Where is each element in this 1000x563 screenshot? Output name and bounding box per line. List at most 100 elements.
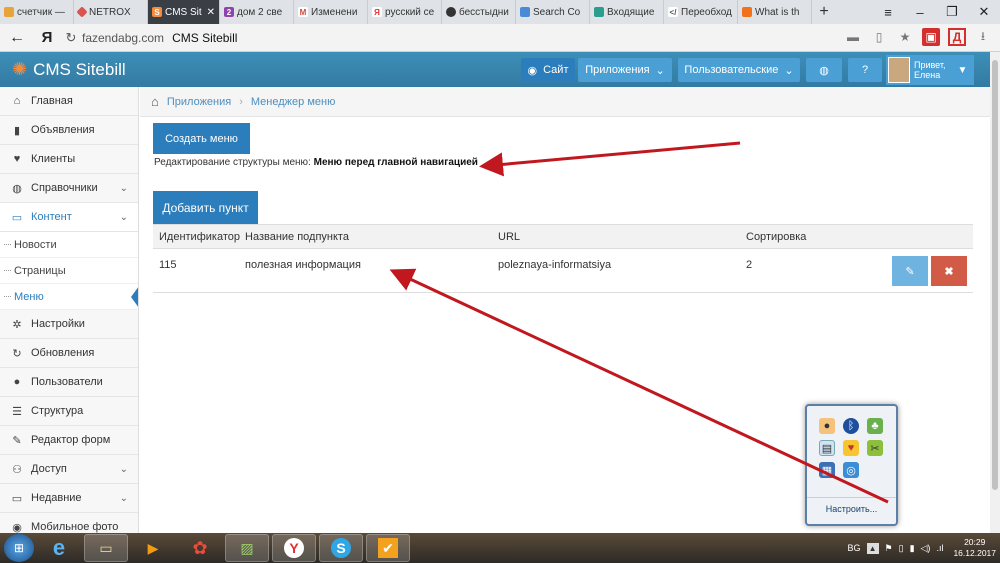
sidebar-item-access[interactable]: ⚇ Доступ ⌄ [0, 455, 138, 484]
tray-app-icon[interactable]: ● [819, 418, 835, 434]
browser-tab[interactable]: бесстыдни [442, 0, 516, 24]
clock[interactable]: 20:29 16.12.2017 [953, 537, 996, 559]
breadcrumb: ⌂ Приложения › Менеджер меню [140, 87, 990, 117]
sidebar-item-references[interactable]: ◍ Справочники ⌄ [0, 174, 138, 203]
ie-icon[interactable]: e [37, 534, 81, 562]
breadcrumb-link[interactable]: Приложения [167, 96, 231, 108]
new-tab-button[interactable]: + [812, 3, 836, 21]
signal-icon[interactable]: .ıl [936, 543, 943, 553]
sidebar-item-home[interactable]: ⌂ Главная [0, 87, 138, 116]
network-icon[interactable]: ▯ [899, 543, 904, 554]
media-player-icon[interactable]: ▶ [131, 534, 175, 562]
add-item-button[interactable]: Добавить пункт [153, 191, 258, 224]
sidebar-item-updates[interactable]: ↻ Обновления [0, 339, 138, 368]
column-header[interactable]: Идентификатор [153, 231, 245, 243]
system-tray: BG ▲ ⚑ ▯ ▮ ◁) .ıl 20:29 16.12.2017 [848, 533, 996, 563]
sidebar-item-ads[interactable]: ▮ Объявления [0, 116, 138, 145]
tray-grid-icon[interactable]: ▦ [819, 462, 835, 478]
language-indicator[interactable]: BG [848, 543, 861, 553]
chevron-down-icon: ⌄ [119, 182, 128, 194]
bluetooth-icon[interactable]: ᛒ [843, 418, 859, 434]
top-navbar: ✺ CMS Sitebill ◉ Сайт Приложения ⌄ Пользова… [0, 52, 990, 87]
extension-d-icon[interactable]: Д [948, 28, 966, 46]
back-icon[interactable]: ← [0, 29, 34, 47]
browser-tab-active[interactable]: S CMS Sit ✕ [148, 0, 220, 24]
sidebar-item-recent[interactable]: ▭ Недавние ⌄ [0, 484, 138, 513]
browser-tab[interactable]: What is th [738, 0, 812, 24]
yandex-browser-icon[interactable]: Y [272, 534, 316, 562]
user-menu[interactable]: Привет, Елена ▼ [886, 55, 974, 85]
column-header[interactable]: URL [498, 231, 746, 243]
windows-taskbar: ⊞ e ▭ ▶ ✿ ▨ Y S ✔ BG ▲ ⚑ ▯ ▮ ◁) .ıl 20:2… [0, 533, 1000, 563]
browser-tab[interactable]: M Изменени [294, 0, 368, 24]
film-reel-icon[interactable]: ✿ [178, 534, 222, 562]
column-header[interactable]: Сортировка [746, 231, 966, 243]
browser-tab[interactable]: Search Co [516, 0, 590, 24]
minimize-icon[interactable]: – [904, 5, 936, 20]
globe-button[interactable]: ◍ [806, 58, 842, 82]
explorer-icon[interactable]: ▭ [84, 534, 128, 562]
tray-skype-icon[interactable]: ◎ [843, 462, 859, 478]
sidebar-item-clients[interactable]: ♥ Клиенты [0, 145, 138, 174]
site-button[interactable]: ◉ Сайт [521, 58, 575, 82]
download-icon[interactable]: ⭳ [974, 28, 992, 46]
sidebar-subitem-menu[interactable]: Меню [0, 284, 138, 310]
tray-customize-link[interactable]: Настроить... [807, 497, 896, 514]
skype-icon[interactable]: S [319, 534, 363, 562]
restore-icon[interactable]: ❐ [936, 4, 968, 20]
chevron-down-icon: ⌄ [119, 492, 128, 504]
home-icon[interactable]: ⌂ [151, 94, 159, 109]
custom-dropdown[interactable]: Пользовательские ⌄ [678, 58, 800, 82]
browser-tab[interactable]: Ярусский се [368, 0, 442, 24]
camera-icon: ◉ [12, 521, 22, 534]
reader-icon[interactable]: ▯ [870, 28, 888, 46]
browser-tab[interactable]: </Переобход [664, 0, 738, 24]
tray-leaf-icon[interactable]: ♣ [867, 418, 883, 434]
help-button[interactable]: ? [848, 58, 882, 82]
browser-tab[interactable]: NETROX [74, 0, 148, 24]
table-row: 115 полезная информация poleznaya-inform… [153, 249, 973, 293]
checkbox-app-icon[interactable]: ✔ [366, 534, 410, 562]
yandex-icon[interactable]: Я [34, 29, 60, 46]
sidebar-item-structure[interactable]: ☰ Структура [0, 397, 138, 426]
url-page-title[interactable]: CMS Sitebill [172, 31, 237, 45]
cell-id: 115 [159, 259, 177, 271]
close-tab-icon[interactable]: ✕ [207, 7, 215, 18]
sidebar-item-content[interactable]: ▭ Контент ⌄ [0, 203, 138, 232]
downloads-badge-icon[interactable]: ▣ [922, 28, 940, 46]
url-host[interactable]: fazendabg.com [82, 31, 164, 45]
chart-app-icon[interactable]: ▨ [225, 534, 269, 562]
browser-tab[interactable]: Входящие [590, 0, 664, 24]
reload-icon[interactable]: ↻ [60, 30, 82, 46]
tray-shield-icon[interactable]: ♥ [843, 440, 859, 456]
sidebar-item-settings[interactable]: ✲ Настройки [0, 310, 138, 339]
browser-tab[interactable]: 2 дом 2 све [220, 0, 294, 24]
flag-icon[interactable]: ⚑ [885, 543, 893, 554]
delete-button[interactable]: ✖ [931, 256, 967, 286]
battery-icon[interactable]: ▮ [910, 543, 915, 554]
volume-icon[interactable]: ◁) [921, 543, 931, 554]
sidebar-subitem-pages[interactable]: Страницы [0, 258, 138, 284]
close-window-icon[interactable]: ✕ [968, 4, 1000, 20]
apps-dropdown[interactable]: Приложения ⌄ [578, 58, 672, 82]
tray-window-icon[interactable]: ▤ [819, 440, 835, 456]
bookmark-star-icon[interactable]: ★ [896, 28, 914, 46]
create-menu-button[interactable]: Создать меню [153, 123, 250, 154]
scrollbar-thumb[interactable] [992, 60, 998, 490]
start-button[interactable]: ⊞ [4, 534, 34, 562]
brand[interactable]: ✺ CMS Sitebill [0, 59, 126, 80]
sidebar-item-users[interactable]: ● Пользователи [0, 368, 138, 397]
show-hidden-icons-icon[interactable]: ▲ [866, 542, 879, 554]
page-scrollbar[interactable] [990, 52, 1000, 533]
edit-button[interactable]: ✎ [892, 256, 928, 286]
menu-icon[interactable]: ≡ [872, 5, 904, 20]
column-header[interactable]: Название подпункта [245, 231, 498, 243]
browser-tab[interactable]: счетчик — [0, 0, 74, 24]
address-bar: ← Я ↻ fazendabg.com CMS Sitebill ▬ ▯ ★ ▣… [0, 24, 1000, 52]
sidebar-subitem-news[interactable]: Новости [0, 232, 138, 258]
sidebar-item-mobile-photo[interactable]: ◉ Мобильное фото [0, 513, 138, 533]
sidebar-item-form-editor[interactable]: ✎ Редактор форм [0, 426, 138, 455]
globe-icon: ◍ [12, 182, 22, 195]
chat-icon[interactable]: ▬ [844, 28, 862, 46]
tray-tool-icon[interactable]: ✂ [867, 440, 883, 456]
